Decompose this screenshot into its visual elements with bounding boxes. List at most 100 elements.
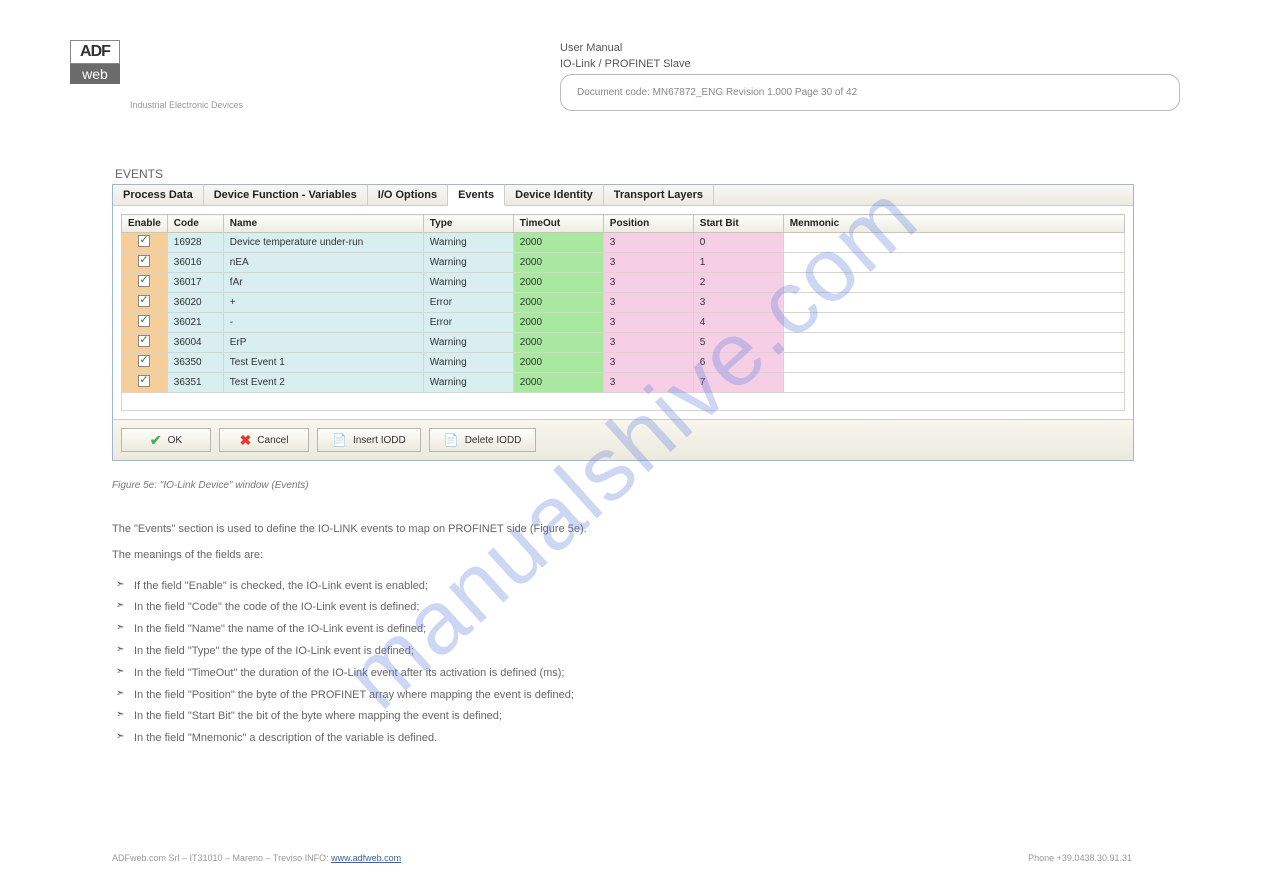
- footer-left: ADFweb.com Srl – IT31010 – Mareno – Trev…: [112, 853, 329, 863]
- cell[interactable]: [122, 353, 168, 373]
- check-icon: ✔: [150, 432, 162, 449]
- doc-subtitle: IO-Link / PROFINET Slave: [560, 58, 1180, 70]
- list-item: In the field "Type" the type of the IO-L…: [116, 641, 1132, 663]
- desc-fields-intro: The meanings of the fields are:: [112, 546, 1132, 566]
- cell: [783, 253, 1124, 273]
- cell: 3: [603, 293, 693, 313]
- events-table: EnableCodeNameTypeTimeOutPositionStart B…: [121, 214, 1125, 393]
- delete-iodd-button[interactable]: 📄 Delete IODD: [429, 428, 537, 452]
- cell: 3: [603, 373, 693, 393]
- cell: Error: [423, 313, 513, 333]
- cell: 2000: [513, 333, 603, 353]
- enable-checkbox[interactable]: [138, 355, 150, 367]
- cell: 4: [693, 313, 783, 333]
- enable-checkbox[interactable]: [138, 275, 150, 287]
- cell[interactable]: [122, 313, 168, 333]
- cell: 0: [693, 233, 783, 253]
- cell: 3: [603, 233, 693, 253]
- cell: Warning: [423, 233, 513, 253]
- col-header-name: Name: [223, 215, 423, 233]
- delete-label: Delete IODD: [465, 435, 522, 446]
- cross-icon: ✖: [240, 432, 252, 449]
- col-header-type: Type: [423, 215, 513, 233]
- cell: Warning: [423, 373, 513, 393]
- table-row[interactable]: 36017fArWarning200032: [122, 273, 1125, 293]
- table-row[interactable]: 36020+Error200033: [122, 293, 1125, 313]
- enable-checkbox[interactable]: [138, 335, 150, 347]
- cell: [783, 373, 1124, 393]
- enable-checkbox[interactable]: [138, 295, 150, 307]
- cell: 36004: [167, 333, 223, 353]
- enable-checkbox[interactable]: [138, 255, 150, 267]
- cell: [783, 293, 1124, 313]
- cell[interactable]: [122, 273, 168, 293]
- cancel-label: Cancel: [257, 435, 288, 446]
- table-row[interactable]: 36004ErPWarning200035: [122, 333, 1125, 353]
- table-row[interactable]: 16928Device temperature under-runWarning…: [122, 233, 1125, 253]
- enable-checkbox[interactable]: [138, 315, 150, 327]
- logo-bottom: web: [70, 64, 120, 84]
- figure-caption: Figure 5e: "IO-Link Device" window (Even…: [112, 480, 309, 491]
- cell: 3: [603, 353, 693, 373]
- col-header-timeout: TimeOut: [513, 215, 603, 233]
- cell: 36020: [167, 293, 223, 313]
- cell: 36016: [167, 253, 223, 273]
- table-row[interactable]: 36016nEAWarning200031: [122, 253, 1125, 273]
- cell[interactable]: [122, 333, 168, 353]
- table-row[interactable]: 36350Test Event 1Warning200036: [122, 353, 1125, 373]
- section-title: EVENTS: [115, 167, 163, 181]
- cell: 3: [603, 253, 693, 273]
- cell[interactable]: [122, 233, 168, 253]
- cell: Warning: [423, 333, 513, 353]
- enable-checkbox[interactable]: [138, 235, 150, 247]
- tab-process-data[interactable]: Process Data: [113, 185, 204, 205]
- cell[interactable]: [122, 373, 168, 393]
- col-header-start-bit: Start Bit: [693, 215, 783, 233]
- tab-transport-layers[interactable]: Transport Layers: [604, 185, 714, 205]
- tab-events[interactable]: Events: [448, 185, 505, 206]
- cell[interactable]: [122, 253, 168, 273]
- cell: [783, 273, 1124, 293]
- description: The "Events" section is used to define t…: [112, 520, 1132, 750]
- cell: 2000: [513, 253, 603, 273]
- ok-button[interactable]: ✔ OK: [121, 428, 211, 452]
- cell: 2000: [513, 273, 603, 293]
- tab-device-identity[interactable]: Device Identity: [505, 185, 604, 205]
- ok-label: OK: [168, 435, 182, 446]
- footer-link[interactable]: www.adfweb.com: [331, 853, 401, 863]
- cell: [783, 353, 1124, 373]
- cancel-button[interactable]: ✖ Cancel: [219, 428, 309, 452]
- enable-checkbox[interactable]: [138, 375, 150, 387]
- cell: 3: [693, 293, 783, 313]
- col-header-position: Position: [603, 215, 693, 233]
- app-window: Process DataDevice Function - VariablesI…: [112, 184, 1134, 461]
- list-item: In the field "TimeOut" the duration of t…: [116, 663, 1132, 685]
- list-item: In the field "Code" the code of the IO-L…: [116, 597, 1132, 619]
- table-row[interactable]: 36351Test Event 2Warning200037: [122, 373, 1125, 393]
- cell: 2000: [513, 313, 603, 333]
- list-item: In the field "Name" the name of the IO-L…: [116, 619, 1132, 641]
- cell: +: [223, 293, 423, 313]
- button-bar: ✔ OK ✖ Cancel 📄 Insert IODD 📄 Delete IOD…: [113, 419, 1133, 460]
- header-right: User Manual IO-Link / PROFINET Slave Doc…: [560, 42, 1180, 111]
- list-item: In the field "Start Bit" the bit of the …: [116, 706, 1132, 728]
- list-item: In the field "Position" the byte of the …: [116, 685, 1132, 707]
- tab-i-o-options[interactable]: I/O Options: [368, 185, 448, 205]
- cell: [783, 233, 1124, 253]
- cell[interactable]: [122, 293, 168, 313]
- footer-right: Phone +39.0438.30.91.31: [1028, 853, 1132, 863]
- doc-info-box: Document code: MN67872_ENG Revision 1.00…: [560, 74, 1180, 111]
- insert-iodd-button[interactable]: 📄 Insert IODD: [317, 428, 421, 452]
- logo: ADF web: [70, 40, 120, 96]
- cell: [783, 333, 1124, 353]
- cell: 3: [603, 273, 693, 293]
- tab-device-function-variables[interactable]: Device Function - Variables: [204, 185, 368, 205]
- cell: 2000: [513, 373, 603, 393]
- doc-title: User Manual: [560, 42, 1180, 54]
- cell: 16928: [167, 233, 223, 253]
- table-row[interactable]: 36021-Error200034: [122, 313, 1125, 333]
- cell: Warning: [423, 273, 513, 293]
- col-header-enable: Enable: [122, 215, 168, 233]
- cell: Warning: [423, 353, 513, 373]
- delete-icon: 📄: [444, 433, 459, 447]
